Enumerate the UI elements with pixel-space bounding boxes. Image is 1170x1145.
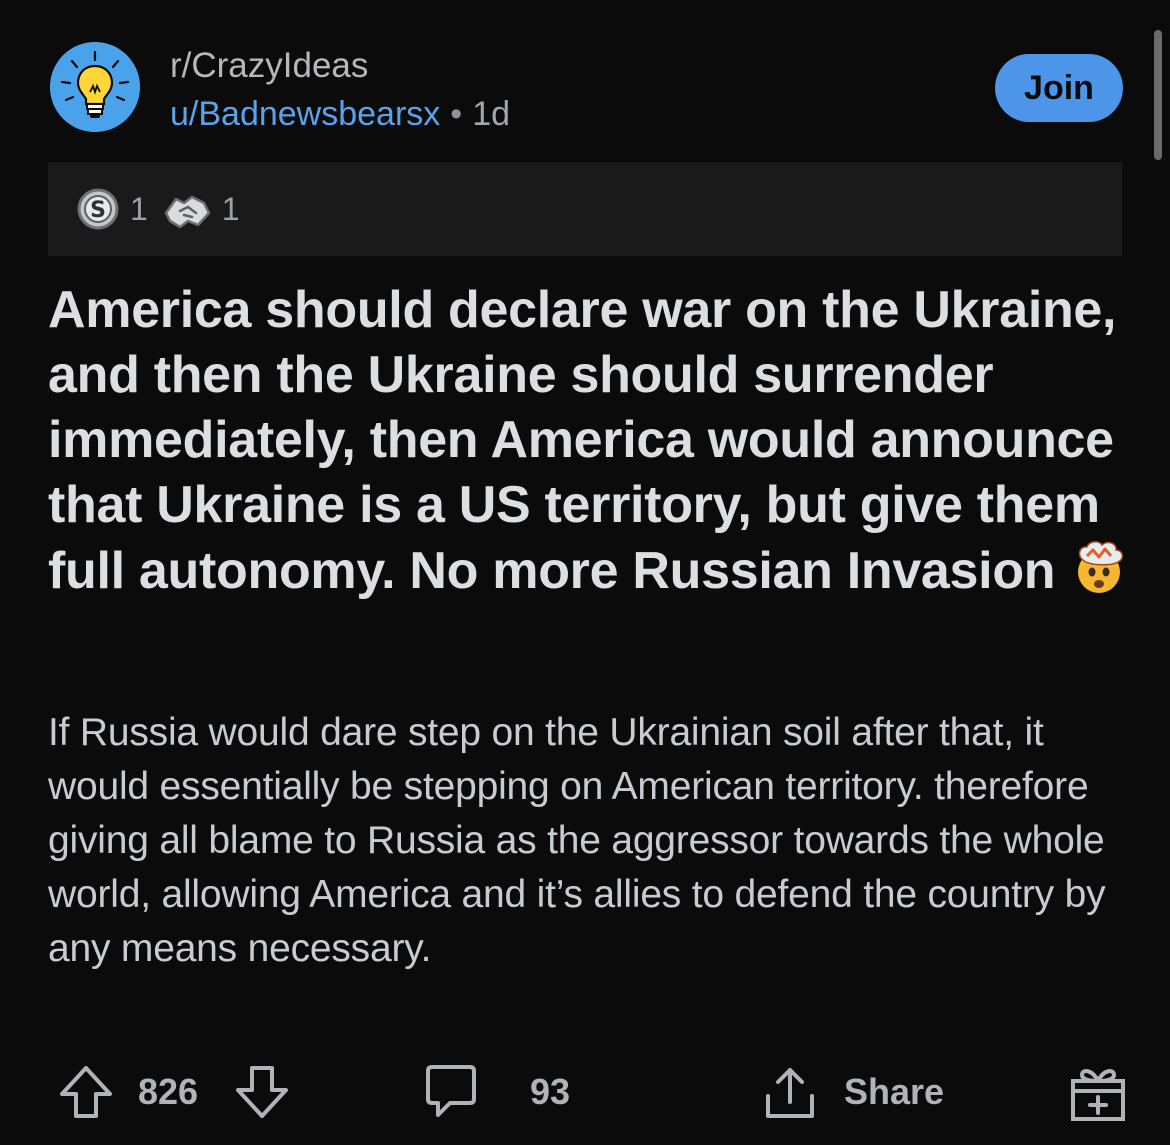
share-icon	[766, 1068, 814, 1118]
share-label: Share	[844, 1071, 945, 1112]
subreddit-avatar[interactable]	[50, 42, 140, 132]
comment-bubble-icon	[426, 1065, 476, 1117]
awards-bar: S 1 1	[48, 162, 1122, 256]
award-handshake-count: 1	[221, 190, 240, 227]
handshake-award-icon	[164, 195, 211, 229]
downvote-button[interactable]	[232, 1052, 292, 1132]
post-header: r/CrazyIdeas u/Badnewsbearsx • 1d Join	[48, 40, 1123, 135]
upvote-arrow-icon	[60, 1066, 112, 1118]
byline: u/Badnewsbearsx • 1d	[170, 91, 510, 137]
post-actions-bar: 826 93 Share	[48, 1052, 1128, 1132]
share-button[interactable]: Share	[760, 1052, 944, 1132]
post-body: If Russia would dare step on the Ukraini…	[48, 711, 1106, 970]
svg-text:S: S	[90, 198, 106, 223]
comments-button[interactable]	[420, 1052, 482, 1132]
vote-count-label: 826	[138, 1071, 199, 1112]
post-age: 1d	[472, 95, 511, 133]
award-handshake[interactable]: 1	[162, 187, 240, 231]
upvote-button[interactable]	[56, 1052, 116, 1132]
award-silver[interactable]: S 1	[76, 187, 148, 231]
gift-icon	[1071, 1069, 1125, 1121]
post-meta: r/CrazyIdeas u/Badnewsbearsx • 1d	[170, 44, 510, 137]
award-silver-count: 1	[130, 190, 148, 227]
scrollbar[interactable]	[1154, 30, 1162, 160]
comment-count: 93	[530, 1052, 570, 1132]
award-button[interactable]	[1068, 1052, 1128, 1132]
exploding-head-emoji	[1069, 538, 1129, 610]
post-title[interactable]: America should declare war on the Ukrain…	[48, 278, 1138, 610]
silver-award-icon: S	[77, 188, 119, 230]
downvote-arrow-icon	[236, 1066, 288, 1118]
join-button[interactable]: Join	[995, 54, 1123, 122]
lightbulb-icon	[50, 42, 140, 132]
post-title-text: America should declare war on the Ukrain…	[48, 281, 1117, 600]
vote-count: 826	[138, 1052, 198, 1132]
author-username[interactable]: u/Badnewsbearsx	[170, 95, 440, 133]
comment-count-label: 93	[530, 1071, 571, 1112]
meta-separator: •	[450, 95, 463, 133]
subreddit-name[interactable]: r/CrazyIdeas	[170, 44, 510, 88]
